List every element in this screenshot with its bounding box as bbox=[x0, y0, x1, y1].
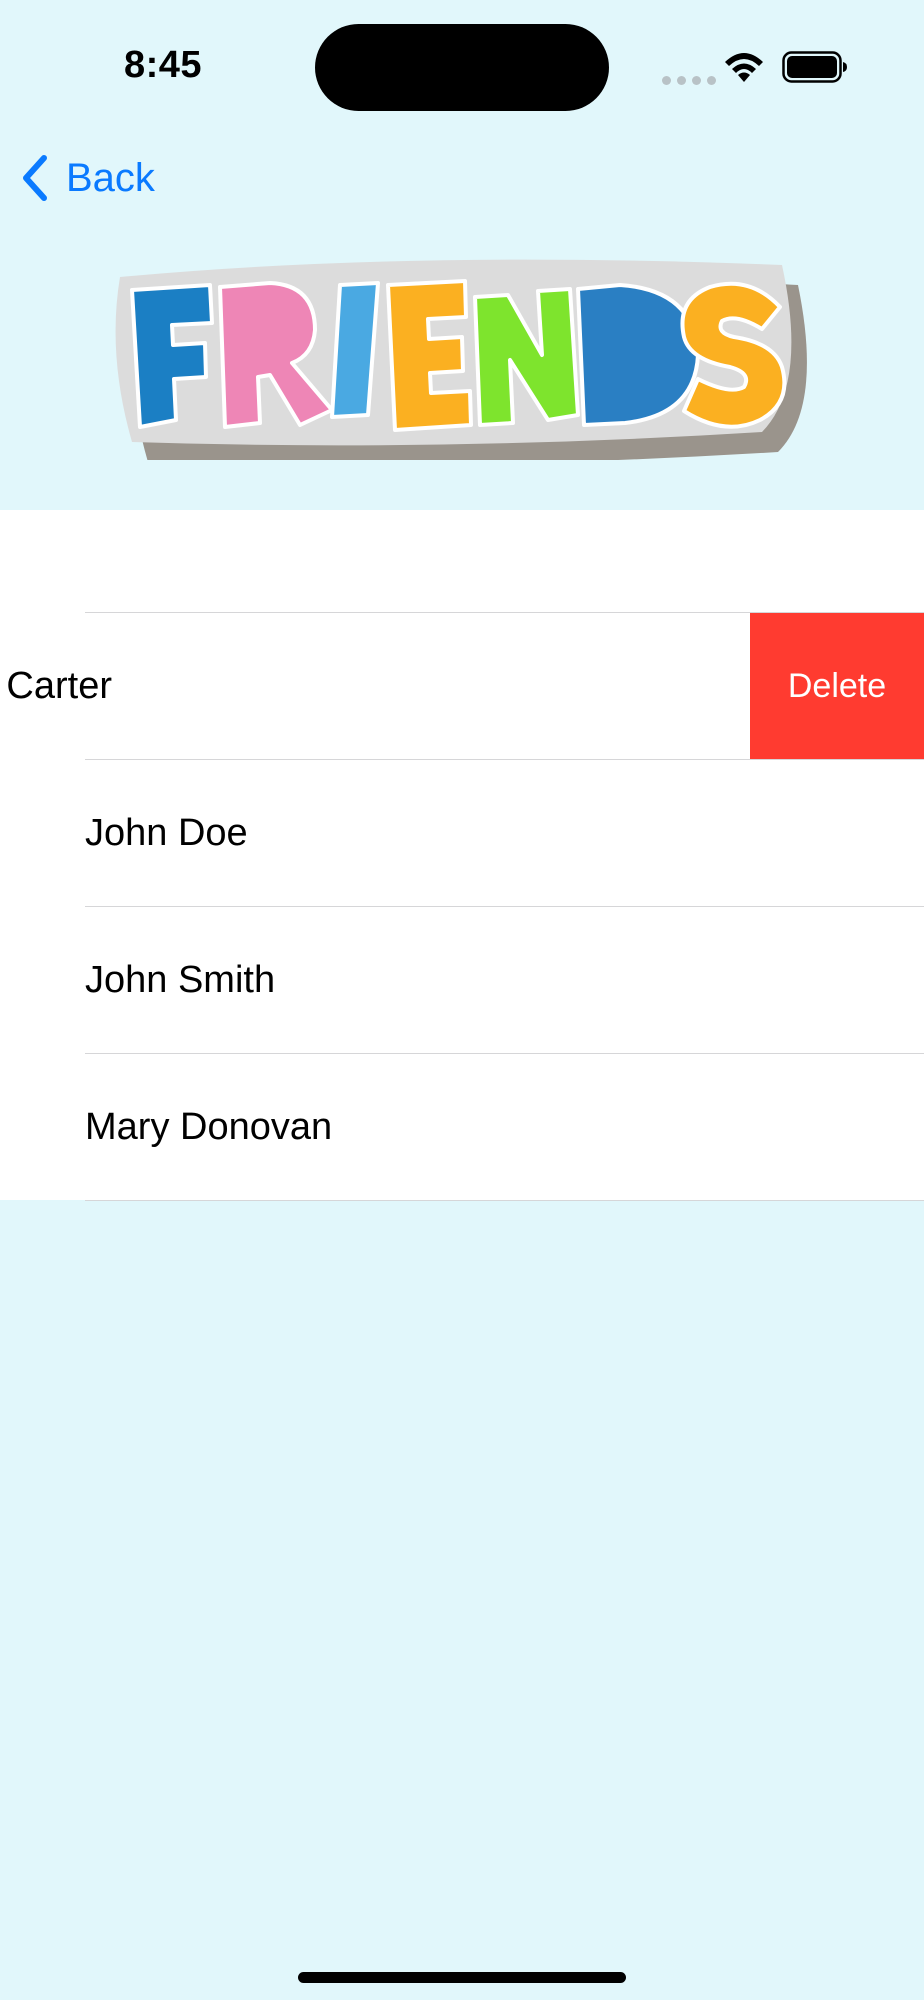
friends-list: Carter Delete John Doe John Smith Mary D… bbox=[0, 510, 924, 1201]
list-item[interactable]: Mary Donovan bbox=[0, 1054, 924, 1200]
friend-name: Mary Donovan bbox=[85, 1106, 333, 1148]
friend-name: John Smith bbox=[85, 959, 276, 1001]
back-button[interactable]: Back bbox=[18, 150, 155, 206]
wifi-icon bbox=[725, 53, 763, 82]
list-item[interactable]: John Doe bbox=[0, 760, 924, 906]
friends-logo bbox=[115, 259, 807, 460]
friend-name: Carter bbox=[6, 665, 112, 707]
dynamic-island bbox=[315, 24, 609, 111]
home-indicator[interactable] bbox=[298, 1972, 626, 1983]
row-separator bbox=[85, 1200, 924, 1201]
friend-name: John Doe bbox=[85, 812, 248, 854]
cellular-signal-icon bbox=[662, 72, 722, 90]
list-item[interactable]: John Smith bbox=[0, 907, 924, 1053]
chevron-left-icon bbox=[23, 155, 47, 201]
list-item[interactable]: Carter Delete bbox=[0, 613, 924, 759]
status-time: 8:45 bbox=[124, 44, 203, 86]
battery-icon bbox=[782, 51, 847, 83]
back-label: Back bbox=[66, 155, 155, 200]
delete-button[interactable]: Delete bbox=[750, 613, 924, 759]
